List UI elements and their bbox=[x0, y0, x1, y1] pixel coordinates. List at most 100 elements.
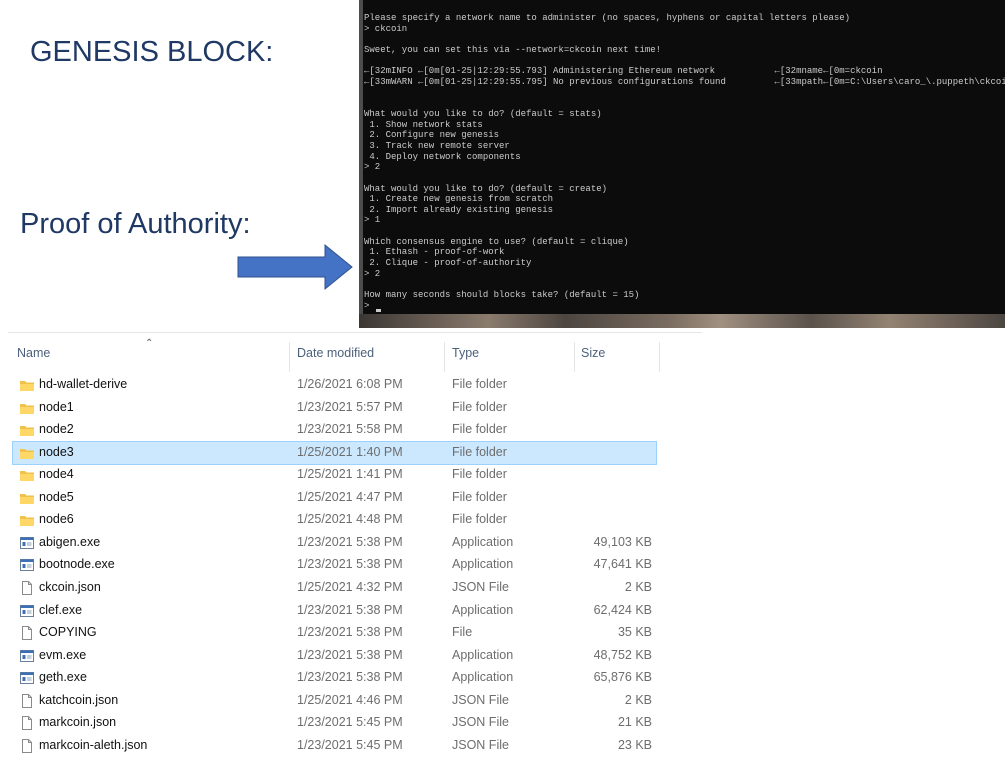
file-type: File folder bbox=[452, 444, 507, 459]
terminal-output: Please specify a network name to adminis… bbox=[364, 13, 1005, 311]
file-type: Application bbox=[452, 647, 514, 662]
file-name: ckcoin.json bbox=[39, 579, 101, 594]
application-icon bbox=[19, 603, 35, 619]
file-type: File folder bbox=[452, 422, 507, 437]
file-size: 2 KB bbox=[624, 579, 652, 594]
file-row[interactable]: geth.exe 1/23/2021 5:38 PM Application 65,8… bbox=[13, 667, 656, 689]
terminal-cursor bbox=[376, 309, 381, 312]
file-name: node5 bbox=[39, 489, 74, 504]
file-date-modified: 1/23/2021 5:38 PM bbox=[297, 670, 403, 685]
file-row[interactable]: ckcoin.json 1/25/2021 4:32 PM JSON File 2 K… bbox=[13, 577, 656, 599]
file-type: Application bbox=[452, 557, 514, 572]
file-name: node6 bbox=[39, 512, 74, 527]
file-size: 2 KB bbox=[624, 692, 652, 707]
application-icon bbox=[19, 648, 35, 664]
file-type: File folder bbox=[452, 377, 507, 391]
file-name: geth.exe bbox=[39, 670, 87, 685]
file-name: evm.exe bbox=[39, 647, 87, 662]
folder-icon bbox=[19, 445, 35, 461]
file-date-modified: 1/23/2021 5:38 PM bbox=[297, 625, 403, 640]
file-size: 21 KB bbox=[617, 715, 652, 730]
explorer-top-divider bbox=[8, 332, 702, 333]
file-type: Application bbox=[452, 602, 514, 617]
proof-of-authority-heading: Proof of Authority: bbox=[20, 208, 251, 240]
file-date-modified: 1/23/2021 5:38 PM bbox=[297, 647, 403, 662]
file-icon bbox=[19, 625, 35, 641]
file-row[interactable]: evm.exe 1/23/2021 5:38 PM Application 48,75… bbox=[13, 645, 656, 667]
file-date-modified: 1/25/2021 4:47 PM bbox=[297, 489, 403, 504]
file-type: JSON File bbox=[452, 715, 509, 730]
file-row[interactable]: clef.exe 1/23/2021 5:38 PM Application 62,4… bbox=[13, 600, 656, 622]
file-date-modified: 1/23/2021 5:45 PM bbox=[297, 715, 403, 730]
file-icon bbox=[19, 580, 35, 596]
folder-icon bbox=[19, 400, 35, 416]
file-row[interactable]: markcoin.json 1/23/2021 5:45 PM JSON File 2… bbox=[13, 712, 656, 734]
file-name: bootnode.exe bbox=[39, 557, 115, 572]
file-row[interactable]: hd-wallet-derive 1/26/2021 6:08 PM File fo… bbox=[13, 374, 656, 396]
file-date-modified: 1/25/2021 4:48 PM bbox=[297, 512, 403, 527]
file-type: JSON File bbox=[452, 737, 509, 752]
file-type: JSON File bbox=[452, 579, 509, 594]
file-date-modified: 1/23/2021 5:57 PM bbox=[297, 399, 403, 414]
file-name: node2 bbox=[39, 422, 74, 437]
terminal-scrollbar[interactable] bbox=[359, 0, 363, 314]
right-arrow-icon bbox=[237, 243, 353, 291]
column-header-date-modified[interactable]: Date modified bbox=[297, 346, 374, 360]
file-type: JSON File bbox=[452, 692, 509, 707]
file-row[interactable]: bootnode.exe 1/23/2021 5:38 PM Application… bbox=[13, 554, 656, 576]
column-divider[interactable] bbox=[574, 342, 575, 372]
genesis-block-heading: GENESIS BLOCK: bbox=[30, 36, 274, 68]
file-date-modified: 1/25/2021 1:41 PM bbox=[297, 467, 403, 482]
file-row[interactable]: COPYING 1/23/2021 5:38 PM File 35 KB bbox=[13, 622, 656, 644]
file-size: 49,103 KB bbox=[593, 534, 652, 549]
file-date-modified: 1/25/2021 1:40 PM bbox=[297, 444, 403, 459]
file-row[interactable]: node5 1/25/2021 4:47 PM File folder bbox=[13, 487, 656, 509]
column-header-name[interactable]: Name bbox=[17, 346, 50, 360]
column-divider[interactable] bbox=[289, 342, 290, 372]
file-date-modified: 1/23/2021 5:58 PM bbox=[297, 422, 403, 437]
folder-icon bbox=[19, 377, 35, 393]
file-row[interactable]: node2 1/23/2021 5:58 PM File folder bbox=[13, 419, 656, 441]
file-name: markcoin.json bbox=[39, 715, 117, 730]
file-date-modified: 1/23/2021 5:45 PM bbox=[297, 737, 403, 752]
application-icon bbox=[19, 535, 35, 551]
file-date-modified: 1/23/2021 5:38 PM bbox=[297, 602, 403, 617]
terminal-window: Please specify a network name to adminis… bbox=[359, 0, 1005, 328]
file-row[interactable]: node1 1/23/2021 5:57 PM File folder bbox=[13, 397, 656, 419]
file-type: Application bbox=[452, 534, 514, 549]
application-icon bbox=[19, 557, 35, 573]
file-row[interactable]: node4 1/25/2021 1:41 PM File folder bbox=[13, 464, 656, 486]
file-name: node1 bbox=[39, 399, 74, 414]
column-header-type[interactable]: Type bbox=[452, 346, 479, 360]
file-size: 23 KB bbox=[617, 737, 652, 752]
column-divider[interactable] bbox=[444, 342, 445, 372]
file-size: 48,752 KB bbox=[593, 647, 652, 662]
file-row[interactable]: katchcoin.json 1/25/2021 4:46 PM JSON File… bbox=[13, 690, 656, 712]
folder-icon bbox=[19, 490, 35, 506]
file-type: Application bbox=[452, 670, 514, 685]
file-row[interactable]: markcoin-aleth.json 1/23/2021 5:45 PM JSON… bbox=[13, 735, 656, 757]
file-date-modified: 1/25/2021 4:32 PM bbox=[297, 579, 403, 594]
sort-ascending-icon: ⌃ bbox=[145, 338, 154, 349]
file-size: 47,641 KB bbox=[593, 557, 652, 572]
folder-icon bbox=[19, 512, 35, 528]
file-type: File folder bbox=[452, 512, 507, 527]
file-name: abigen.exe bbox=[39, 534, 101, 549]
application-icon bbox=[19, 670, 35, 686]
folder-icon bbox=[19, 467, 35, 483]
file-name: node4 bbox=[39, 467, 74, 482]
background-image-strip bbox=[359, 314, 1005, 328]
file-icon bbox=[19, 738, 35, 754]
file-name: hd-wallet-derive bbox=[39, 377, 128, 391]
file-type: File folder bbox=[452, 399, 507, 414]
file-date-modified: 1/23/2021 5:38 PM bbox=[297, 534, 403, 549]
file-row-selected[interactable]: node3 1/25/2021 1:40 PM File folder bbox=[12, 440, 657, 465]
file-row[interactable]: node6 1/25/2021 4:48 PM File folder bbox=[13, 509, 656, 531]
file-icon bbox=[19, 715, 35, 731]
file-name: COPYING bbox=[39, 625, 97, 640]
file-row[interactable]: abigen.exe 1/23/2021 5:38 PM Application 49… bbox=[13, 532, 656, 554]
column-header-size[interactable]: Size bbox=[581, 346, 605, 360]
file-date-modified: 1/26/2021 6:08 PM bbox=[297, 377, 403, 391]
column-divider[interactable] bbox=[659, 342, 660, 372]
file-name: clef.exe bbox=[39, 602, 83, 617]
